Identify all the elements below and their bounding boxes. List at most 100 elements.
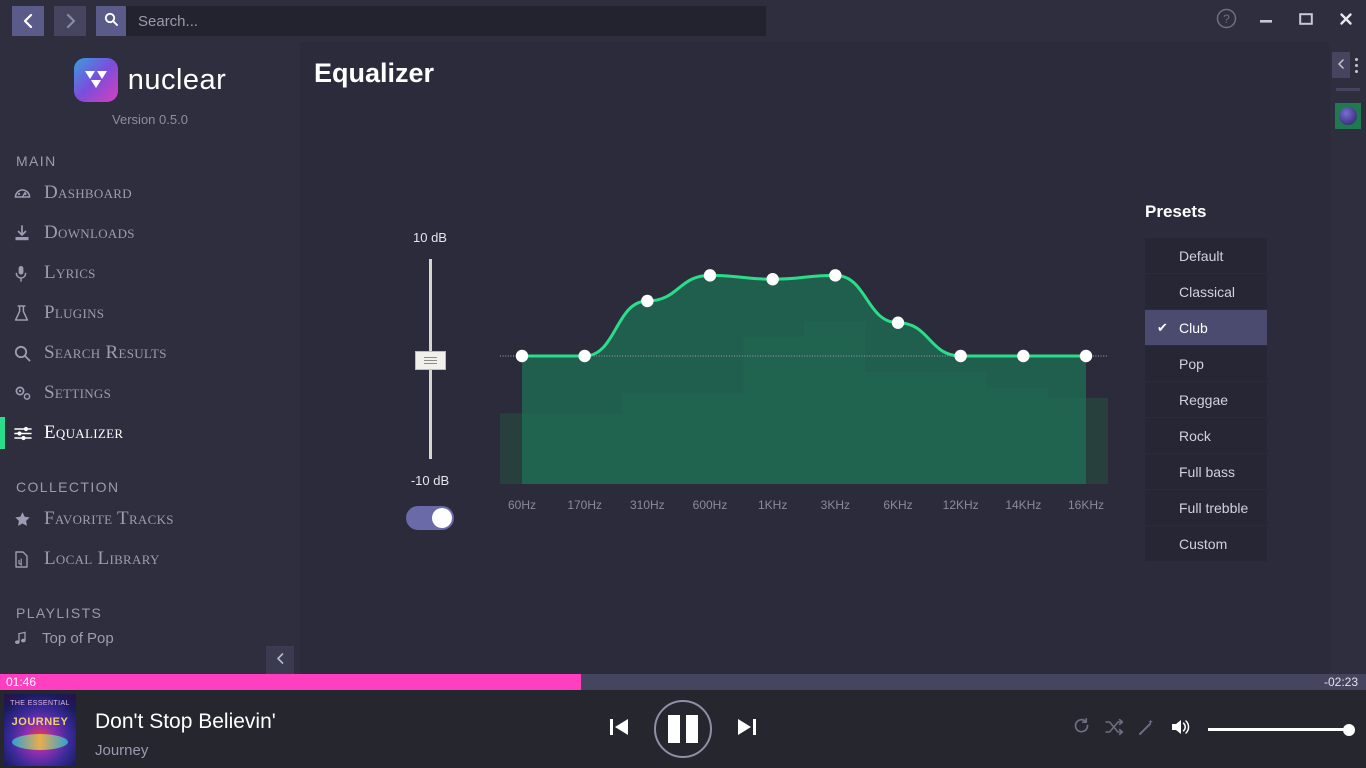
- volume-slider-handle: [1343, 723, 1355, 736]
- sidebar-item-local-library[interactable]: Local Library: [0, 539, 300, 579]
- help-button[interactable]: ?: [1206, 0, 1246, 42]
- volume-button[interactable]: [1170, 717, 1194, 742]
- minimize-button[interactable]: [1246, 0, 1286, 42]
- preamp-slider[interactable]: [414, 259, 446, 459]
- download-icon: [14, 224, 44, 242]
- time-remaining: -02:23: [1323, 675, 1358, 689]
- sidebar-item-label: Search Results: [44, 342, 167, 363]
- question-circle-icon: ?: [1216, 8, 1237, 34]
- preset-item-full-trebble[interactable]: Full trebble: [1145, 490, 1267, 526]
- sliders-icon: [14, 425, 44, 442]
- equalizer-enable-toggle[interactable]: [406, 506, 454, 530]
- sidebar-section-main-title: MAIN: [16, 153, 57, 169]
- forward-button[interactable]: [54, 6, 86, 36]
- sidebar-item-settings[interactable]: Settings: [0, 373, 300, 413]
- sidebar-item-dashboard[interactable]: Dashboard: [0, 173, 300, 213]
- preamp-slider-handle[interactable]: [414, 351, 446, 370]
- equalizer-panel: 10 dB -10 dB 60Hz 170Hz 310Hz 600Hz 1KHz…: [300, 42, 1330, 674]
- sidebar-item-label: Lyrics: [44, 262, 96, 283]
- shuffle-button[interactable]: [1105, 718, 1124, 741]
- band-handle-310hz[interactable]: [641, 294, 654, 308]
- track-artist: Journey: [95, 742, 149, 759]
- minimize-icon: [1258, 11, 1274, 32]
- time-elapsed: 01:46: [6, 675, 37, 689]
- sidebar-item-favorite-tracks[interactable]: Favorite Tracks: [0, 499, 300, 539]
- freq-label: 12KHz: [942, 498, 979, 512]
- search-icon: [104, 12, 118, 31]
- band-handle-12khz[interactable]: [954, 349, 967, 363]
- queue-item-thumbnail[interactable]: [1335, 103, 1361, 129]
- player-right-controls: [1073, 690, 1355, 768]
- chevron-left-icon: [1337, 56, 1345, 74]
- search-button[interactable]: [96, 6, 126, 36]
- play-pause-button[interactable]: [654, 700, 712, 758]
- preset-item-custom[interactable]: Custom: [1145, 526, 1267, 562]
- repeat-button[interactable]: [1073, 717, 1091, 741]
- chevron-right-icon: [64, 14, 77, 28]
- preset-item-reggae[interactable]: Reggae: [1145, 382, 1267, 418]
- sidebar-item-label: Downloads: [44, 222, 135, 243]
- freq-label: 14KHz: [1005, 498, 1042, 512]
- maximize-button[interactable]: [1286, 0, 1326, 42]
- volume-up-icon: [1170, 717, 1194, 742]
- band-handle-600hz[interactable]: [703, 269, 717, 282]
- sidebar-collapse-button[interactable]: [266, 646, 294, 674]
- close-button[interactable]: [1326, 0, 1366, 42]
- band-handle-16khz[interactable]: [1079, 349, 1093, 363]
- preset-item-pop[interactable]: Pop: [1145, 346, 1267, 382]
- album-thumb-icon: [1339, 107, 1357, 125]
- band-handle-3khz[interactable]: [829, 269, 842, 282]
- sidebar-item-label: Dashboard: [44, 182, 132, 203]
- gears-icon: [14, 385, 44, 402]
- album-cover[interactable]: THE ESSENTIAL JOURNEY: [4, 694, 76, 766]
- band-handle-6khz[interactable]: [891, 316, 905, 329]
- preset-item-rock[interactable]: Rock: [1145, 418, 1267, 454]
- queue-rail: [1330, 42, 1366, 674]
- track-title: Don't Stop Believin': [95, 710, 276, 733]
- autoradio-button[interactable]: [1138, 718, 1156, 741]
- sidebar-item-plugins[interactable]: Plugins: [0, 293, 300, 333]
- freq-label: 310Hz: [629, 498, 665, 512]
- close-icon: [1338, 11, 1354, 32]
- preset-item-full-bass[interactable]: Full bass: [1145, 454, 1267, 490]
- toggle-knob: [432, 508, 452, 528]
- preset-item-label: Custom: [1179, 535, 1228, 552]
- playlist-item-top-of-pop[interactable]: Top of Pop: [0, 625, 300, 651]
- sidebar-item-downloads[interactable]: Downloads: [0, 213, 300, 253]
- search-input[interactable]: [126, 6, 766, 36]
- frequency-axis-labels: 60Hz 170Hz 310Hz 600Hz 1KHz 3KHz 6KHz 12KHz 14KH…: [500, 498, 1108, 516]
- main-content: Equalizer 10 dB -10 dB 60Hz 170Hz 310Hz …: [300, 42, 1330, 674]
- repeat-icon: [1073, 717, 1091, 741]
- window-controls: ?: [1206, 0, 1366, 42]
- preset-item-default[interactable]: Default: [1145, 238, 1267, 274]
- presets-title: Presets: [1145, 202, 1207, 221]
- app-version: Version 0.5.0: [112, 112, 188, 127]
- sidebar-section-collection-title: COLLECTION: [16, 479, 120, 495]
- freq-label: 60Hz: [507, 498, 537, 512]
- kebab-menu-icon[interactable]: [1352, 57, 1363, 73]
- preset-item-club[interactable]: ✔ Club: [1145, 310, 1267, 346]
- seek-bar[interactable]: 01:46 -02:23: [0, 674, 1366, 690]
- equalizer-graph[interactable]: [500, 228, 1108, 484]
- search-icon: [14, 345, 44, 362]
- queue-collapse-button[interactable]: [1332, 52, 1350, 78]
- magic-wand-icon: [1138, 718, 1156, 741]
- band-handle-14khz[interactable]: [1017, 349, 1030, 363]
- band-handle-1khz[interactable]: [766, 273, 779, 286]
- sidebar-item-lyrics[interactable]: Lyrics: [0, 253, 300, 293]
- band-handle-60hz[interactable]: [515, 349, 529, 363]
- previous-track-button[interactable]: [606, 714, 632, 745]
- sidebar-item-search-results[interactable]: Search Results: [0, 333, 300, 373]
- microphone-icon: [14, 265, 44, 282]
- next-track-button[interactable]: [734, 714, 760, 745]
- preset-item-label: Reggae: [1179, 391, 1229, 408]
- sidebar: nuclear Version 0.5.0 MAIN Dashboard Dow…: [0, 42, 300, 674]
- queue-divider: [1336, 88, 1360, 91]
- back-button[interactable]: [12, 6, 44, 36]
- band-handle-170hz[interactable]: [578, 349, 591, 363]
- sidebar-item-equalizer[interactable]: Equalizer: [0, 413, 300, 453]
- brand-logo[interactable]: nuclear: [0, 42, 300, 102]
- maximize-icon: [1298, 11, 1314, 32]
- preset-item-classical[interactable]: Classical: [1145, 274, 1267, 310]
- volume-slider[interactable]: [1208, 723, 1355, 736]
